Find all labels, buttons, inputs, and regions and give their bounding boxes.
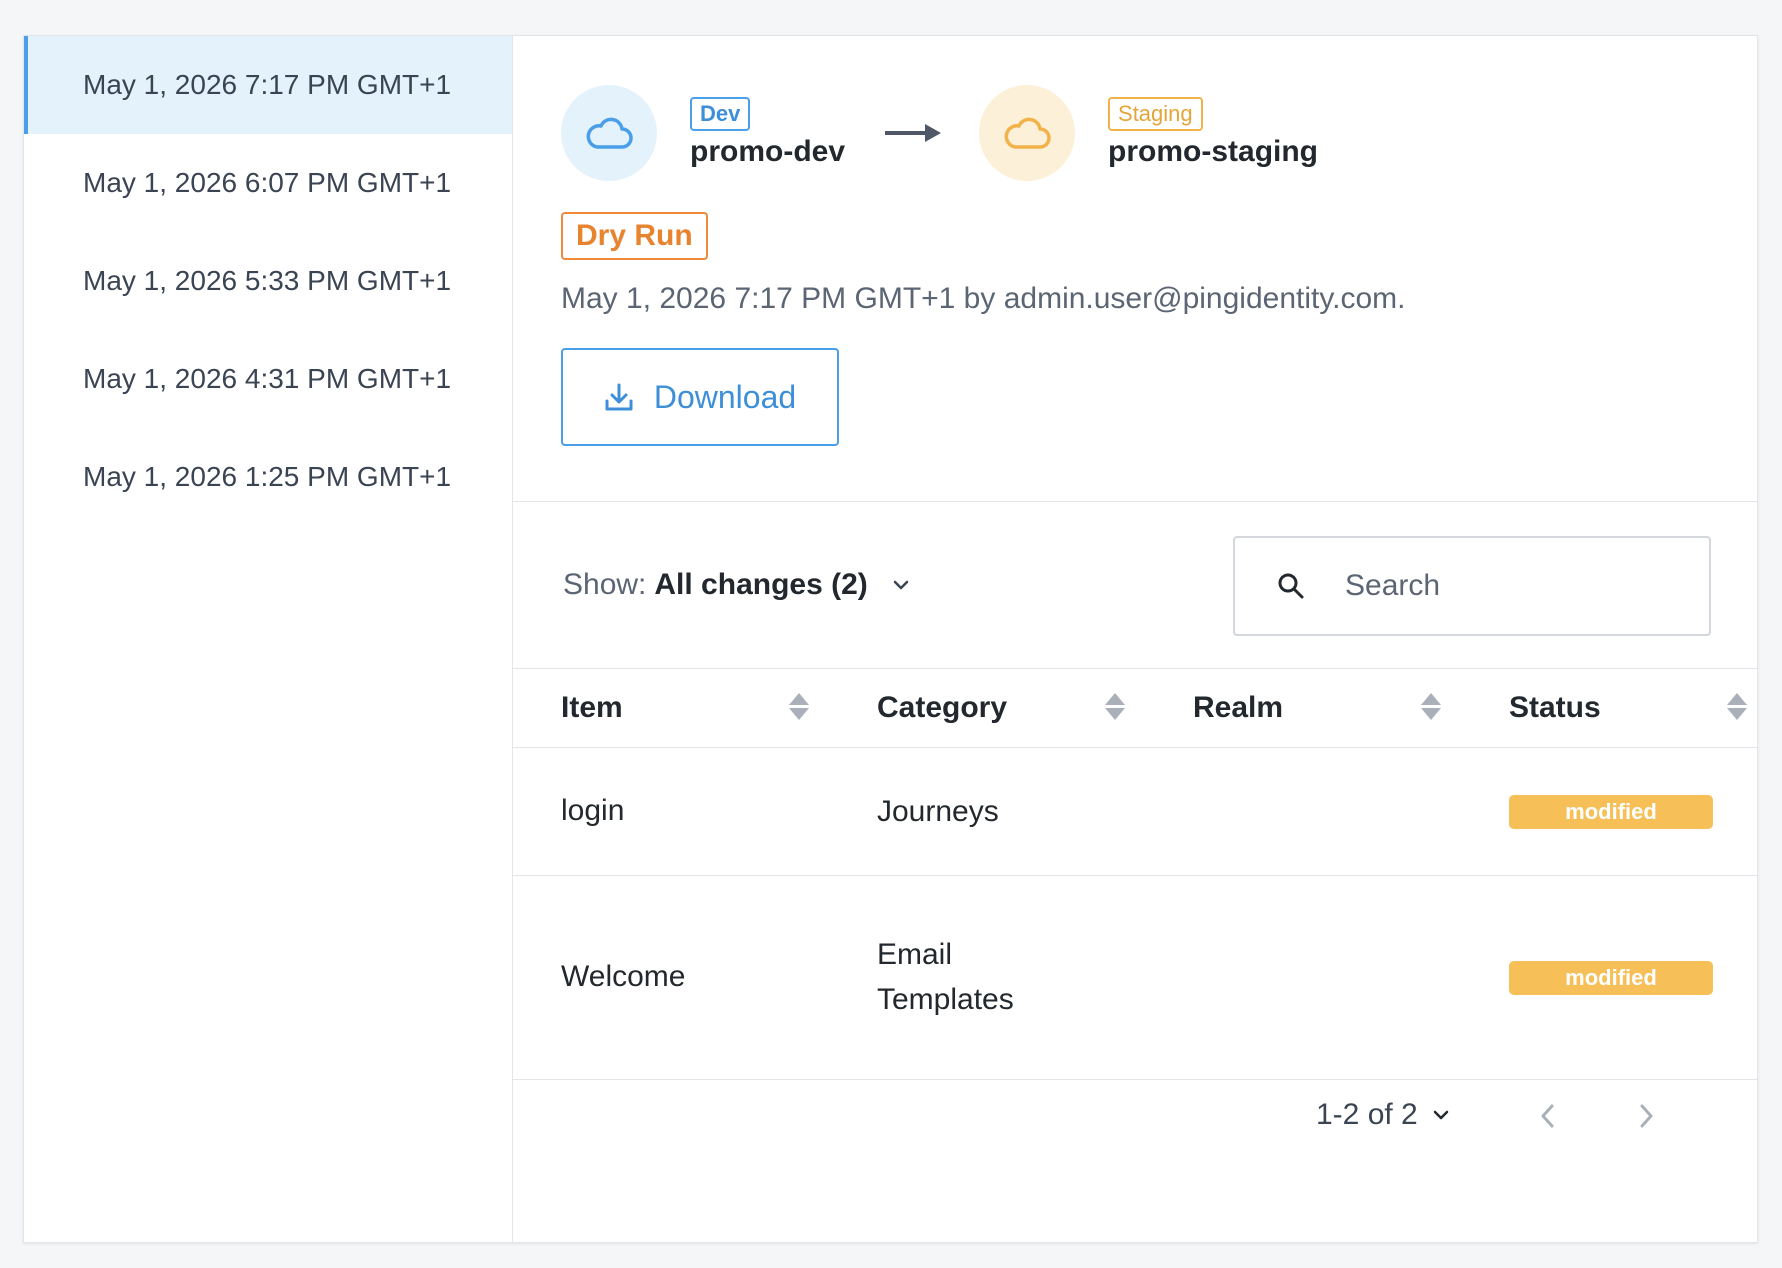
show-filter-value: All changes (2)	[654, 568, 868, 601]
arrow-right-icon	[885, 124, 942, 142]
cloud-icon	[1004, 117, 1051, 149]
status-cell: modified	[1461, 875, 1757, 1080]
table-row[interactable]: login Journeys modified	[513, 747, 1757, 876]
history-item-label: May 1, 2026 4:31 PM GMT+1	[83, 363, 452, 394]
sort-icon	[1421, 693, 1441, 720]
item-cell: login	[513, 747, 829, 876]
realm-cell	[1145, 875, 1461, 1080]
show-filter-dropdown[interactable]: Show: All changes (2)	[563, 568, 910, 602]
chevron-down-icon	[1432, 1109, 1450, 1121]
column-header-realm[interactable]: Realm	[1145, 669, 1461, 748]
sort-icon	[789, 693, 809, 720]
history-item[interactable]: May 1, 2026 4:31 PM GMT+1	[24, 330, 512, 428]
target-environment-badge: Staging	[1108, 97, 1203, 131]
history-item-label: May 1, 2026 5:33 PM GMT+1	[83, 265, 452, 296]
source-environment-avatar	[561, 85, 657, 181]
table-header-row: Item Category Realm Status	[513, 669, 1757, 748]
search-icon	[1277, 572, 1305, 600]
pagination: 1-2 of 2	[513, 1076, 1757, 1156]
promotion-header: Dev promo-dev Staging promo-staging Dry …	[513, 36, 1757, 502]
chevron-right-icon	[1640, 1104, 1653, 1128]
target-environment-name: promo-staging	[1108, 135, 1319, 168]
target-environment-avatar	[979, 85, 1076, 181]
history-item[interactable]: May 1, 2026 6:07 PM GMT+1	[24, 134, 512, 232]
dry-run-badge: Dry Run	[561, 212, 708, 260]
history-item[interactable]: May 1, 2026 1:25 PM GMT+1	[24, 428, 512, 526]
status-badge: modified	[1509, 795, 1713, 829]
changes-toolbar: Show: All changes (2)	[513, 502, 1757, 669]
history-item-label: May 1, 2026 7:17 PM GMT+1	[83, 69, 452, 100]
next-page-button[interactable]	[1636, 1102, 1656, 1130]
category-cell: Email Templates	[829, 875, 1145, 1080]
download-icon	[604, 382, 634, 412]
page-range-label: 1-2 of 2	[1316, 1098, 1418, 1131]
show-filter-label: Show:	[563, 568, 647, 601]
changes-table: Item Category Realm Status login Journey…	[513, 669, 1757, 1080]
promotion-detail: Dev promo-dev Staging promo-staging Dry …	[513, 36, 1757, 1242]
download-button[interactable]: Download	[561, 348, 839, 446]
column-header-category[interactable]: Category	[829, 669, 1145, 748]
history-item[interactable]: May 1, 2026 5:33 PM GMT+1	[24, 232, 512, 330]
page-range-dropdown[interactable]: 1-2 of 2	[1316, 1098, 1450, 1132]
environment-row: Dev promo-dev Staging promo-staging	[561, 84, 1757, 182]
download-button-label: Download	[653, 378, 797, 415]
table-row[interactable]: Welcome Email Templates modified	[513, 875, 1757, 1080]
realm-cell	[1145, 747, 1461, 876]
previous-page-button[interactable]	[1538, 1102, 1558, 1130]
category-cell: Journeys	[829, 747, 1145, 876]
history-item[interactable]: May 1, 2026 7:17 PM GMT+1	[24, 36, 512, 134]
promotion-history-card: May 1, 2026 7:17 PM GMT+1 May 1, 2026 6:…	[23, 35, 1758, 1243]
source-environment-name: promo-dev	[690, 135, 846, 168]
column-header-item[interactable]: Item	[513, 669, 829, 748]
item-cell: Welcome	[513, 875, 829, 1080]
history-item-label: May 1, 2026 6:07 PM GMT+1	[83, 167, 452, 198]
status-cell: modified	[1461, 747, 1757, 876]
sort-icon	[1105, 693, 1125, 720]
source-environment-badge: Dev	[690, 97, 751, 131]
search-field[interactable]	[1233, 536, 1711, 636]
history-sidebar: May 1, 2026 7:17 PM GMT+1 May 1, 2026 6:…	[24, 36, 513, 1242]
sort-icon	[1727, 693, 1747, 720]
history-item-label: May 1, 2026 1:25 PM GMT+1	[83, 461, 452, 492]
promotion-meta: May 1, 2026 7:17 PM GMT+1 by admin.user@…	[561, 282, 1406, 315]
column-header-status[interactable]: Status	[1461, 669, 1757, 748]
chevron-left-icon	[1541, 1104, 1554, 1128]
chevron-down-icon	[892, 579, 910, 591]
search-input[interactable]	[1345, 569, 1685, 603]
cloud-icon	[586, 117, 633, 149]
status-badge: modified	[1509, 961, 1713, 995]
